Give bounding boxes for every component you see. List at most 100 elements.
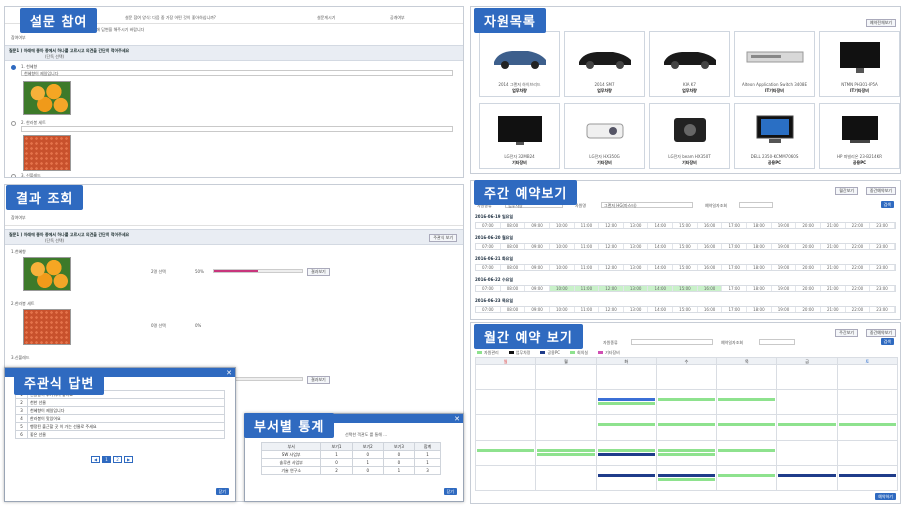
time-slot[interactable]: 22:00 (846, 223, 871, 228)
reservation-event[interactable] (657, 423, 716, 427)
calendar-day[interactable] (596, 365, 657, 391)
resource-card[interactable]: NTMN PH301-IP5A IT기타장비 (819, 31, 900, 97)
time-slot[interactable]: 14:00 (648, 244, 674, 249)
resource-card[interactable]: 2014 그랜저 하이브리드 업무차량 (479, 31, 560, 97)
time-slot[interactable]: 22:00 (846, 265, 871, 270)
calendar-day[interactable] (656, 465, 718, 491)
reservation-event[interactable] (597, 423, 655, 427)
time-slot[interactable]: 18:00 (747, 307, 772, 312)
reservation-event[interactable] (597, 398, 655, 402)
close-button[interactable]: 닫기 (215, 488, 229, 495)
time-slot[interactable]: 22:00 (846, 244, 871, 249)
calendar-day[interactable] (536, 390, 597, 416)
time-slot[interactable]: 19:00 (772, 286, 797, 291)
reservation-event[interactable] (657, 398, 716, 402)
monthly-view-button[interactable]: 월간보기 (835, 187, 858, 195)
time-slot[interactable]: 08:00 (501, 286, 526, 291)
time-slot[interactable]: 10:00 (550, 244, 575, 249)
calendar-day[interactable] (777, 390, 838, 416)
reservation-event[interactable] (597, 473, 655, 477)
time-slot[interactable]: 13:00 (623, 286, 649, 291)
time-slot[interactable]: 15:00 (673, 244, 698, 249)
calendar-day[interactable] (596, 415, 657, 441)
calendar-day[interactable] (837, 465, 898, 491)
subjective-view-button[interactable]: 주관식 보기 (429, 234, 457, 242)
time-slot[interactable]: 19:00 (772, 307, 797, 312)
time-slot[interactable]: 08:00 (501, 244, 526, 249)
time-slot[interactable]: 23:00 (870, 223, 895, 228)
time-slot[interactable]: 19:00 (772, 244, 797, 249)
time-slot[interactable]: 18:00 (747, 286, 772, 291)
pager-button[interactable]: ◀ (91, 456, 100, 463)
time-slot[interactable]: 13:00 (624, 265, 649, 270)
time-slot[interactable]: 08:00 (501, 223, 526, 228)
time-slot[interactable]: 09:00 (525, 223, 550, 228)
pager-button[interactable]: ▶ (124, 456, 133, 463)
time-slot[interactable]: 23:00 (870, 286, 895, 291)
time-slot[interactable]: 07:00 (476, 244, 501, 249)
time-slot[interactable]: 18:00 (747, 265, 772, 270)
time-slot[interactable]: 13:00 (624, 244, 649, 249)
time-slot[interactable]: 15:00 (673, 286, 698, 291)
time-slot[interactable]: 19:00 (772, 223, 797, 228)
time-slot[interactable]: 21:00 (821, 223, 846, 228)
time-slot[interactable]: 15:00 (673, 265, 698, 270)
time-slot[interactable]: 11:00 (575, 244, 600, 249)
reservation-event[interactable] (718, 473, 776, 477)
reservation-event[interactable] (718, 423, 776, 427)
time-slot[interactable]: 14:00 (648, 307, 674, 312)
time-slot[interactable]: 10:00 (550, 307, 575, 312)
calendar-day[interactable] (656, 390, 718, 416)
calendar-day[interactable] (476, 415, 537, 441)
time-slot[interactable]: 07:00 (476, 223, 501, 228)
time-slot[interactable]: 17:00 (722, 244, 748, 249)
option-radio-3[interactable] (11, 174, 16, 177)
time-slot[interactable]: 11:00 (575, 307, 600, 312)
time-slot[interactable]: 09:00 (525, 244, 550, 249)
view-all-reservations-button[interactable]: 예약전체보기 (865, 19, 896, 27)
option-comment-input-1[interactable]: 천혜향이 제일입니다 (21, 70, 453, 76)
resource-card[interactable]: Alteon Application Switch 3408E IT기타장비 (734, 31, 815, 97)
time-slot[interactable]: 17:00 (722, 307, 748, 312)
reservation-event[interactable] (657, 448, 716, 452)
calendar-day[interactable] (536, 465, 597, 491)
calendar-day[interactable] (476, 390, 537, 416)
calendar-day[interactable] (476, 365, 537, 391)
pager-button[interactable]: 2 (113, 456, 122, 463)
center-reserve-button[interactable]: 중간예약보기 (865, 187, 896, 195)
reservation-event[interactable] (537, 448, 595, 452)
calendar-day[interactable] (777, 365, 838, 391)
calendar-day[interactable] (837, 365, 898, 391)
reservation-event[interactable] (718, 398, 776, 402)
calendar-day[interactable] (717, 465, 778, 491)
result-view-button-1[interactable]: 결과보기 (307, 268, 330, 276)
time-slot[interactable]: 23:00 (870, 244, 895, 249)
resource-card[interactable]: LG전자 beam HX350T 기타장비 (649, 103, 730, 169)
time-slot[interactable]: 09:00 (525, 286, 550, 291)
time-slot[interactable]: 20:00 (796, 307, 821, 312)
resource-card[interactable]: LG전자 HX350G 기타장비 (564, 103, 645, 169)
time-slot[interactable]: 07:00 (476, 265, 501, 270)
calendar-day[interactable] (717, 440, 778, 466)
time-slot[interactable]: 12:00 (599, 223, 624, 228)
pager-button[interactable]: 1 (102, 456, 111, 463)
time-slot[interactable]: 23:00 (870, 307, 895, 312)
resource-card[interactable]: 2014 SM7 업무차량 (564, 31, 645, 97)
time-slot[interactable]: 21:00 (821, 265, 846, 270)
search-button[interactable]: 검색 (880, 201, 894, 208)
calendar-day[interactable] (717, 415, 778, 441)
time-slot[interactable]: 12:00 (599, 307, 624, 312)
time-slot[interactable]: 16:00 (698, 307, 723, 312)
reservation-event[interactable] (537, 452, 595, 456)
time-slot[interactable]: 15:00 (673, 223, 698, 228)
calendar-day[interactable] (656, 365, 718, 391)
date-input[interactable] (739, 202, 773, 208)
time-slot[interactable]: 10:00 (550, 223, 575, 228)
reservation-event[interactable] (838, 473, 896, 477)
time-slot[interactable]: 13:00 (624, 223, 649, 228)
time-slot[interactable]: 14:00 (648, 286, 674, 291)
time-slot[interactable]: 17:00 (722, 223, 748, 228)
time-slot[interactable]: 15:00 (673, 307, 698, 312)
time-slot[interactable]: 12:00 (599, 286, 624, 291)
result-view-button-3[interactable]: 결과보기 (307, 376, 330, 384)
